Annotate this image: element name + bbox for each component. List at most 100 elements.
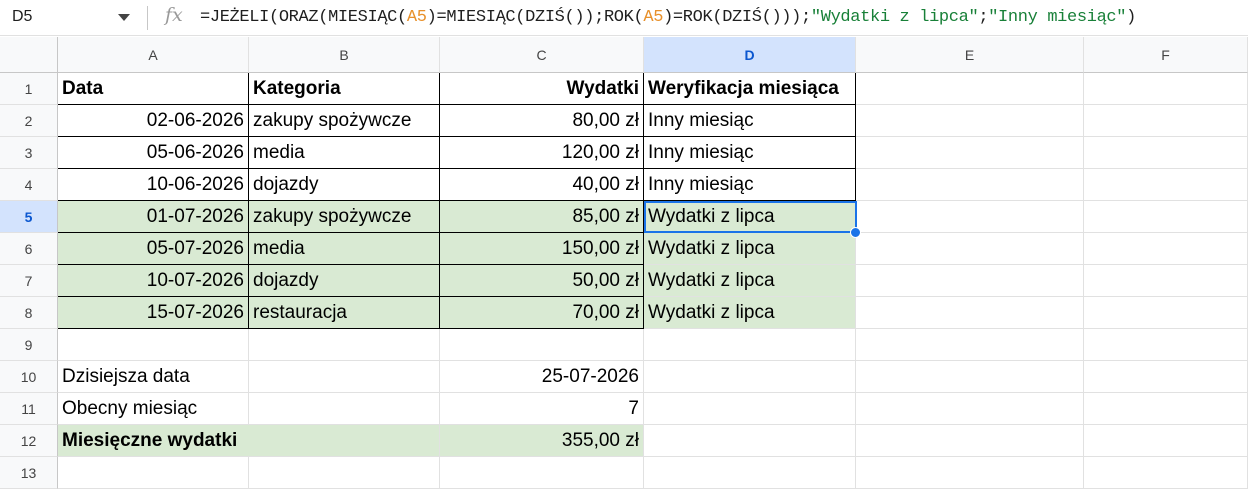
cell-a8[interactable]: 15-07-2026 bbox=[58, 297, 249, 329]
cell-c1[interactable]: Wydatki bbox=[440, 73, 644, 105]
cell-c10[interactable]: 25-07-2026 bbox=[440, 361, 644, 393]
cell-f11[interactable] bbox=[1084, 393, 1248, 425]
cell-f5[interactable] bbox=[1084, 201, 1248, 233]
chevron-down-icon[interactable] bbox=[118, 14, 130, 21]
cell-b4[interactable]: dojazdy bbox=[249, 169, 440, 201]
row-header-3[interactable]: 3 bbox=[0, 137, 58, 169]
cell-e9[interactable] bbox=[856, 329, 1084, 361]
cell-f10[interactable] bbox=[1084, 361, 1248, 393]
cell-e5[interactable] bbox=[856, 201, 1084, 233]
cell-e8[interactable] bbox=[856, 297, 1084, 329]
cell-a1[interactable]: Data bbox=[58, 73, 249, 105]
cell-a6[interactable]: 05-07-2026 bbox=[58, 233, 249, 265]
cell-c5[interactable]: 85,00 zł bbox=[440, 201, 644, 233]
cell-a10[interactable]: Dzisiejsza data bbox=[58, 361, 249, 393]
row-header-2[interactable]: 2 bbox=[0, 105, 58, 137]
row-header-12[interactable]: 12 bbox=[0, 425, 58, 457]
row-header-9[interactable]: 9 bbox=[0, 329, 58, 361]
row-header-1[interactable]: 1 bbox=[0, 73, 58, 105]
cell-c8[interactable]: 70,00 zł bbox=[440, 297, 644, 329]
cell-a3[interactable]: 05-06-2026 bbox=[58, 137, 249, 169]
cell-a12[interactable]: Miesięczne wydatki bbox=[58, 425, 249, 457]
cell-d8[interactable]: Wydatki z lipca bbox=[644, 297, 856, 329]
cell-a7[interactable]: 10-07-2026 bbox=[58, 265, 249, 297]
cell-d10[interactable] bbox=[644, 361, 856, 393]
cell-c2[interactable]: 80,00 zł bbox=[440, 105, 644, 137]
cell-e1[interactable] bbox=[856, 73, 1084, 105]
cell-a2[interactable]: 02-06-2026 bbox=[58, 105, 249, 137]
cell-c13[interactable] bbox=[440, 457, 644, 489]
row-header-4[interactable]: 4 bbox=[0, 169, 58, 201]
row-header-10[interactable]: 10 bbox=[0, 361, 58, 393]
cell-f6[interactable] bbox=[1084, 233, 1248, 265]
cell-d6[interactable]: Wydatki z lipca bbox=[644, 233, 856, 265]
cell-d7[interactable]: Wydatki z lipca bbox=[644, 265, 856, 297]
cell-e13[interactable] bbox=[856, 457, 1084, 489]
cell-f2[interactable] bbox=[1084, 105, 1248, 137]
column-header-c[interactable]: C bbox=[440, 37, 644, 73]
cell-d5[interactable]: Wydatki z lipca bbox=[644, 201, 856, 233]
cell-e4[interactable] bbox=[856, 169, 1084, 201]
cell-a4[interactable]: 10-06-2026 bbox=[58, 169, 249, 201]
cell-c11[interactable]: 7 bbox=[440, 393, 644, 425]
cell-b3[interactable]: media bbox=[249, 137, 440, 169]
formula-input[interactable]: =JEŻELI(ORAZ(MIESIĄC(A5)=MIESIĄC(DZIŚ())… bbox=[200, 0, 1136, 36]
cell-b6[interactable]: media bbox=[249, 233, 440, 265]
cell-a5[interactable]: 01-07-2026 bbox=[58, 201, 249, 233]
cell-e6[interactable] bbox=[856, 233, 1084, 265]
cell-f1[interactable] bbox=[1084, 73, 1248, 105]
cell-e3[interactable] bbox=[856, 137, 1084, 169]
row-header-13[interactable]: 13 bbox=[0, 457, 58, 489]
row-header-11[interactable]: 11 bbox=[0, 393, 58, 425]
cell-d1[interactable]: Weryfikacja miesiąca bbox=[644, 73, 856, 105]
cell-d2[interactable]: Inny miesiąc bbox=[644, 105, 856, 137]
cell-f7[interactable] bbox=[1084, 265, 1248, 297]
cell-e10[interactable] bbox=[856, 361, 1084, 393]
cell-f3[interactable] bbox=[1084, 137, 1248, 169]
column-header-a[interactable]: A bbox=[58, 37, 249, 73]
cell-f9[interactable] bbox=[1084, 329, 1248, 361]
column-header-d[interactable]: D bbox=[644, 37, 856, 73]
cell-d12[interactable] bbox=[644, 425, 856, 457]
cell-c3[interactable]: 120,00 zł bbox=[440, 137, 644, 169]
cell-d9[interactable] bbox=[644, 329, 856, 361]
cell-b10[interactable] bbox=[249, 361, 440, 393]
cell-f12[interactable] bbox=[1084, 425, 1248, 457]
cell-c9[interactable] bbox=[440, 329, 644, 361]
row-header-6[interactable]: 6 bbox=[0, 233, 58, 265]
cell-b8[interactable]: restauracja bbox=[249, 297, 440, 329]
row-header-5[interactable]: 5 bbox=[0, 201, 58, 233]
cell-b9[interactable] bbox=[249, 329, 440, 361]
cell-b2[interactable]: zakupy spożywcze bbox=[249, 105, 440, 137]
select-all-corner[interactable] bbox=[0, 37, 58, 73]
cell-e7[interactable] bbox=[856, 265, 1084, 297]
cell-a9[interactable] bbox=[58, 329, 249, 361]
cell-e2[interactable] bbox=[856, 105, 1084, 137]
row-header-8[interactable]: 8 bbox=[0, 297, 58, 329]
cell-c6[interactable]: 150,00 zł bbox=[440, 233, 644, 265]
cell-b7[interactable]: dojazdy bbox=[249, 265, 440, 297]
cell-c7[interactable]: 50,00 zł bbox=[440, 265, 644, 297]
cell-b5[interactable]: zakupy spożywcze bbox=[249, 201, 440, 233]
cell-e11[interactable] bbox=[856, 393, 1084, 425]
cell-a13[interactable] bbox=[58, 457, 249, 489]
cell-c4[interactable]: 40,00 zł bbox=[440, 169, 644, 201]
column-header-e[interactable]: E bbox=[856, 37, 1084, 73]
cell-f13[interactable] bbox=[1084, 457, 1248, 489]
cell-f8[interactable] bbox=[1084, 297, 1248, 329]
cell-b1[interactable]: Kategoria bbox=[249, 73, 440, 105]
column-header-b[interactable]: B bbox=[249, 37, 440, 73]
row-header-7[interactable]: 7 bbox=[0, 265, 58, 297]
cell-b11[interactable] bbox=[249, 393, 440, 425]
column-header-f[interactable]: F bbox=[1084, 37, 1248, 73]
cell-a11[interactable]: Obecny miesiąc bbox=[58, 393, 249, 425]
cell-c12[interactable]: 355,00 zł bbox=[440, 425, 644, 457]
cell-d11[interactable] bbox=[644, 393, 856, 425]
cell-d4[interactable]: Inny miesiąc bbox=[644, 169, 856, 201]
cell-b13[interactable] bbox=[249, 457, 440, 489]
cell-b12[interactable] bbox=[249, 425, 440, 457]
cell-d13[interactable] bbox=[644, 457, 856, 489]
cell-d3[interactable]: Inny miesiąc bbox=[644, 137, 856, 169]
cell-e12[interactable] bbox=[856, 425, 1084, 457]
cell-f4[interactable] bbox=[1084, 169, 1248, 201]
